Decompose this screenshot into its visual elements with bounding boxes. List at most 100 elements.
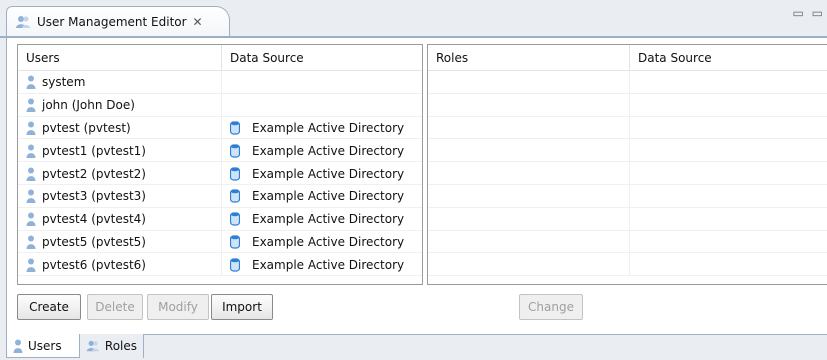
data-source-cell (222, 94, 422, 117)
database-icon (230, 258, 240, 272)
table-row[interactable] (428, 184, 827, 208)
modify-button[interactable]: Modify (147, 294, 209, 320)
role-data-source-cell (630, 139, 827, 162)
role-data-source-cell (630, 71, 827, 94)
role-cell (428, 71, 630, 94)
data-source-name: Example Active Directory (252, 120, 405, 135)
user-cell: pvtest4 (pvtest4) (18, 207, 222, 231)
data-source-cell: Example Active Directory (222, 139, 422, 162)
data-source-name: Example Active Directory (252, 212, 405, 227)
user-cell: pvtest6 (pvtest6) (18, 253, 222, 277)
table-row[interactable]: pvtest3 (pvtest3) Example Active Director… (18, 184, 422, 208)
user-cell: pvtest2 (pvtest2) (18, 162, 222, 185)
table-row[interactable] (428, 93, 827, 117)
column-header-role-data-source[interactable]: Data Source (630, 45, 827, 71)
users-table-body: system john (John Doe) pvtest (pvtest) Exam… (18, 71, 422, 277)
role-data-source-cell (630, 253, 827, 276)
database-icon (230, 189, 240, 203)
table-row[interactable] (428, 162, 827, 185)
database-icon (230, 212, 240, 226)
table-row[interactable] (428, 139, 827, 163)
user-cell: pvtest5 (pvtest5) (18, 230, 222, 254)
column-header-roles[interactable]: Roles (428, 45, 630, 71)
data-source-cell: Example Active Directory (222, 185, 422, 208)
role-data-source-cell (630, 117, 827, 140)
role-data-source-cell (630, 94, 827, 117)
user-name: pvtest1 (pvtest1) (42, 143, 146, 158)
data-source-cell (222, 71, 422, 94)
data-source-cell: Example Active Directory (222, 117, 422, 140)
user-icon (26, 144, 36, 158)
data-source-name: Example Active Directory (252, 143, 405, 158)
import-button[interactable]: Import (211, 294, 273, 320)
database-icon (230, 144, 240, 158)
role-data-source-cell (630, 162, 827, 185)
table-row[interactable]: pvtest (pvtest) Example Active Directory (18, 116, 422, 140)
tab-roles[interactable]: Roles (80, 334, 144, 358)
user-icon (26, 75, 36, 90)
user-cell: pvtest3 (pvtest3) (18, 184, 222, 208)
roles-icon (86, 340, 100, 352)
tab-users[interactable]: Users (6, 334, 80, 358)
data-source-cell: Example Active Directory (222, 208, 422, 231)
role-data-source-cell (630, 231, 827, 254)
user-cell: john (John Doe) (18, 93, 222, 117)
user-cell: system (18, 71, 222, 94)
data-source-name: Example Active Directory (252, 189, 405, 204)
table-row[interactable]: john (John Doe) (18, 93, 422, 117)
table-row[interactable] (428, 116, 827, 140)
editor-tab-strip: User Management Editor ✕ ▭ ▭ (0, 0, 827, 38)
delete-button[interactable]: Delete (87, 294, 143, 320)
user-management-icon (16, 15, 30, 28)
user-name: system (42, 75, 86, 90)
table-row[interactable]: pvtest1 (pvtest1) Example Active Director… (18, 139, 422, 163)
user-name: john (John Doe) (42, 98, 135, 113)
table-row[interactable] (428, 71, 827, 94)
editor-tab-title: User Management Editor (37, 14, 187, 29)
database-icon (230, 166, 240, 181)
column-header-data-source[interactable]: Data Source (222, 45, 422, 71)
table-row[interactable]: system (18, 71, 422, 94)
users-table-header: Users Data Source (18, 45, 422, 71)
user-cell: pvtest1 (pvtest1) (18, 139, 222, 163)
role-cell (428, 116, 630, 140)
data-source-cell: Example Active Directory (222, 253, 422, 276)
role-cell (428, 162, 630, 185)
user-icon (26, 212, 36, 227)
user-name: pvtest5 (pvtest5) (42, 234, 146, 249)
table-row[interactable]: pvtest6 (pvtest6) Example Active Director… (18, 253, 422, 277)
database-icon (230, 121, 240, 135)
table-row[interactable]: pvtest4 (pvtest4) Example Active Director… (18, 207, 422, 231)
user-icon (26, 98, 36, 113)
close-icon[interactable]: ✕ (193, 15, 203, 29)
role-cell (428, 139, 630, 163)
editor-tab-user-management[interactable]: User Management Editor ✕ (6, 6, 230, 36)
role-cell (428, 253, 630, 277)
create-button[interactable]: Create (17, 294, 81, 320)
role-cell (428, 207, 630, 231)
user-icon (26, 258, 36, 272)
data-source-name: Example Active Directory (252, 166, 405, 181)
column-header-users[interactable]: Users (18, 45, 222, 71)
roles-table-header: Roles Data Source (428, 45, 827, 71)
role-cell (428, 230, 630, 254)
user-name: pvtest2 (pvtest2) (42, 166, 146, 181)
table-row[interactable] (428, 207, 827, 231)
data-source-cell: Example Active Directory (222, 162, 422, 185)
data-source-name: Example Active Directory (252, 257, 405, 272)
user-name: pvtest (pvtest) (42, 120, 131, 135)
table-row[interactable]: pvtest2 (pvtest2) Example Active Director… (18, 162, 422, 185)
change-button[interactable]: Change (519, 294, 583, 320)
table-row[interactable]: pvtest5 (pvtest5) Example Active Director… (18, 230, 422, 254)
window-controls[interactable]: ▭ ▭ (793, 6, 826, 20)
users-table[interactable]: Users Data Source system john (John Doe) p… (17, 44, 423, 285)
tab-roles-label: Roles (104, 339, 137, 353)
roles-table[interactable]: Roles Data Source (427, 44, 827, 285)
user-icon (26, 189, 36, 204)
table-row[interactable] (428, 230, 827, 254)
table-row[interactable] (428, 253, 827, 277)
role-data-source-cell (630, 208, 827, 231)
role-cell (428, 184, 630, 208)
role-data-source-cell (630, 185, 827, 208)
roles-table-body (428, 71, 827, 277)
